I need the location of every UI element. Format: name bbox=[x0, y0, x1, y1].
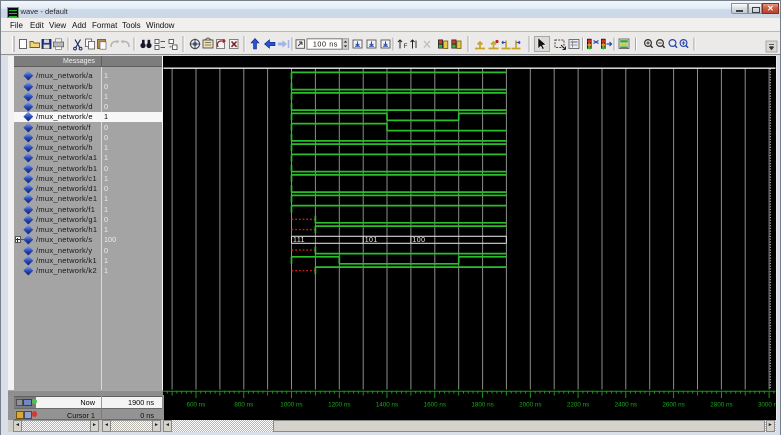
svg-text:1000 ns: 1000 ns bbox=[280, 402, 302, 409]
svg-text:1200 ns: 1200 ns bbox=[328, 402, 350, 409]
svg-text:600 ns: 600 ns bbox=[187, 402, 206, 409]
svg-text:101: 101 bbox=[365, 237, 378, 244]
svg-text:1400 ns: 1400 ns bbox=[376, 402, 398, 409]
svg-text:100: 100 bbox=[412, 237, 425, 244]
svg-text:2400 ns: 2400 ns bbox=[615, 402, 637, 409]
svg-text:F: F bbox=[404, 43, 408, 50]
svg-text:2600 ns: 2600 ns bbox=[662, 402, 684, 409]
svg-text:2000 ns: 2000 ns bbox=[519, 402, 541, 409]
svg-text:1800 ns: 1800 ns bbox=[471, 402, 493, 409]
svg-text:111: 111 bbox=[293, 237, 305, 244]
svg-text:800 ns: 800 ns bbox=[234, 402, 253, 409]
svg-text:2800 ns: 2800 ns bbox=[710, 402, 732, 409]
svg-text:100 ns: 100 ns bbox=[313, 39, 338, 48]
svg-text:1600 ns: 1600 ns bbox=[424, 402, 446, 409]
svg-text:3000 ns: 3000 ns bbox=[758, 402, 776, 409]
svg-text:2200 ns: 2200 ns bbox=[567, 402, 589, 409]
